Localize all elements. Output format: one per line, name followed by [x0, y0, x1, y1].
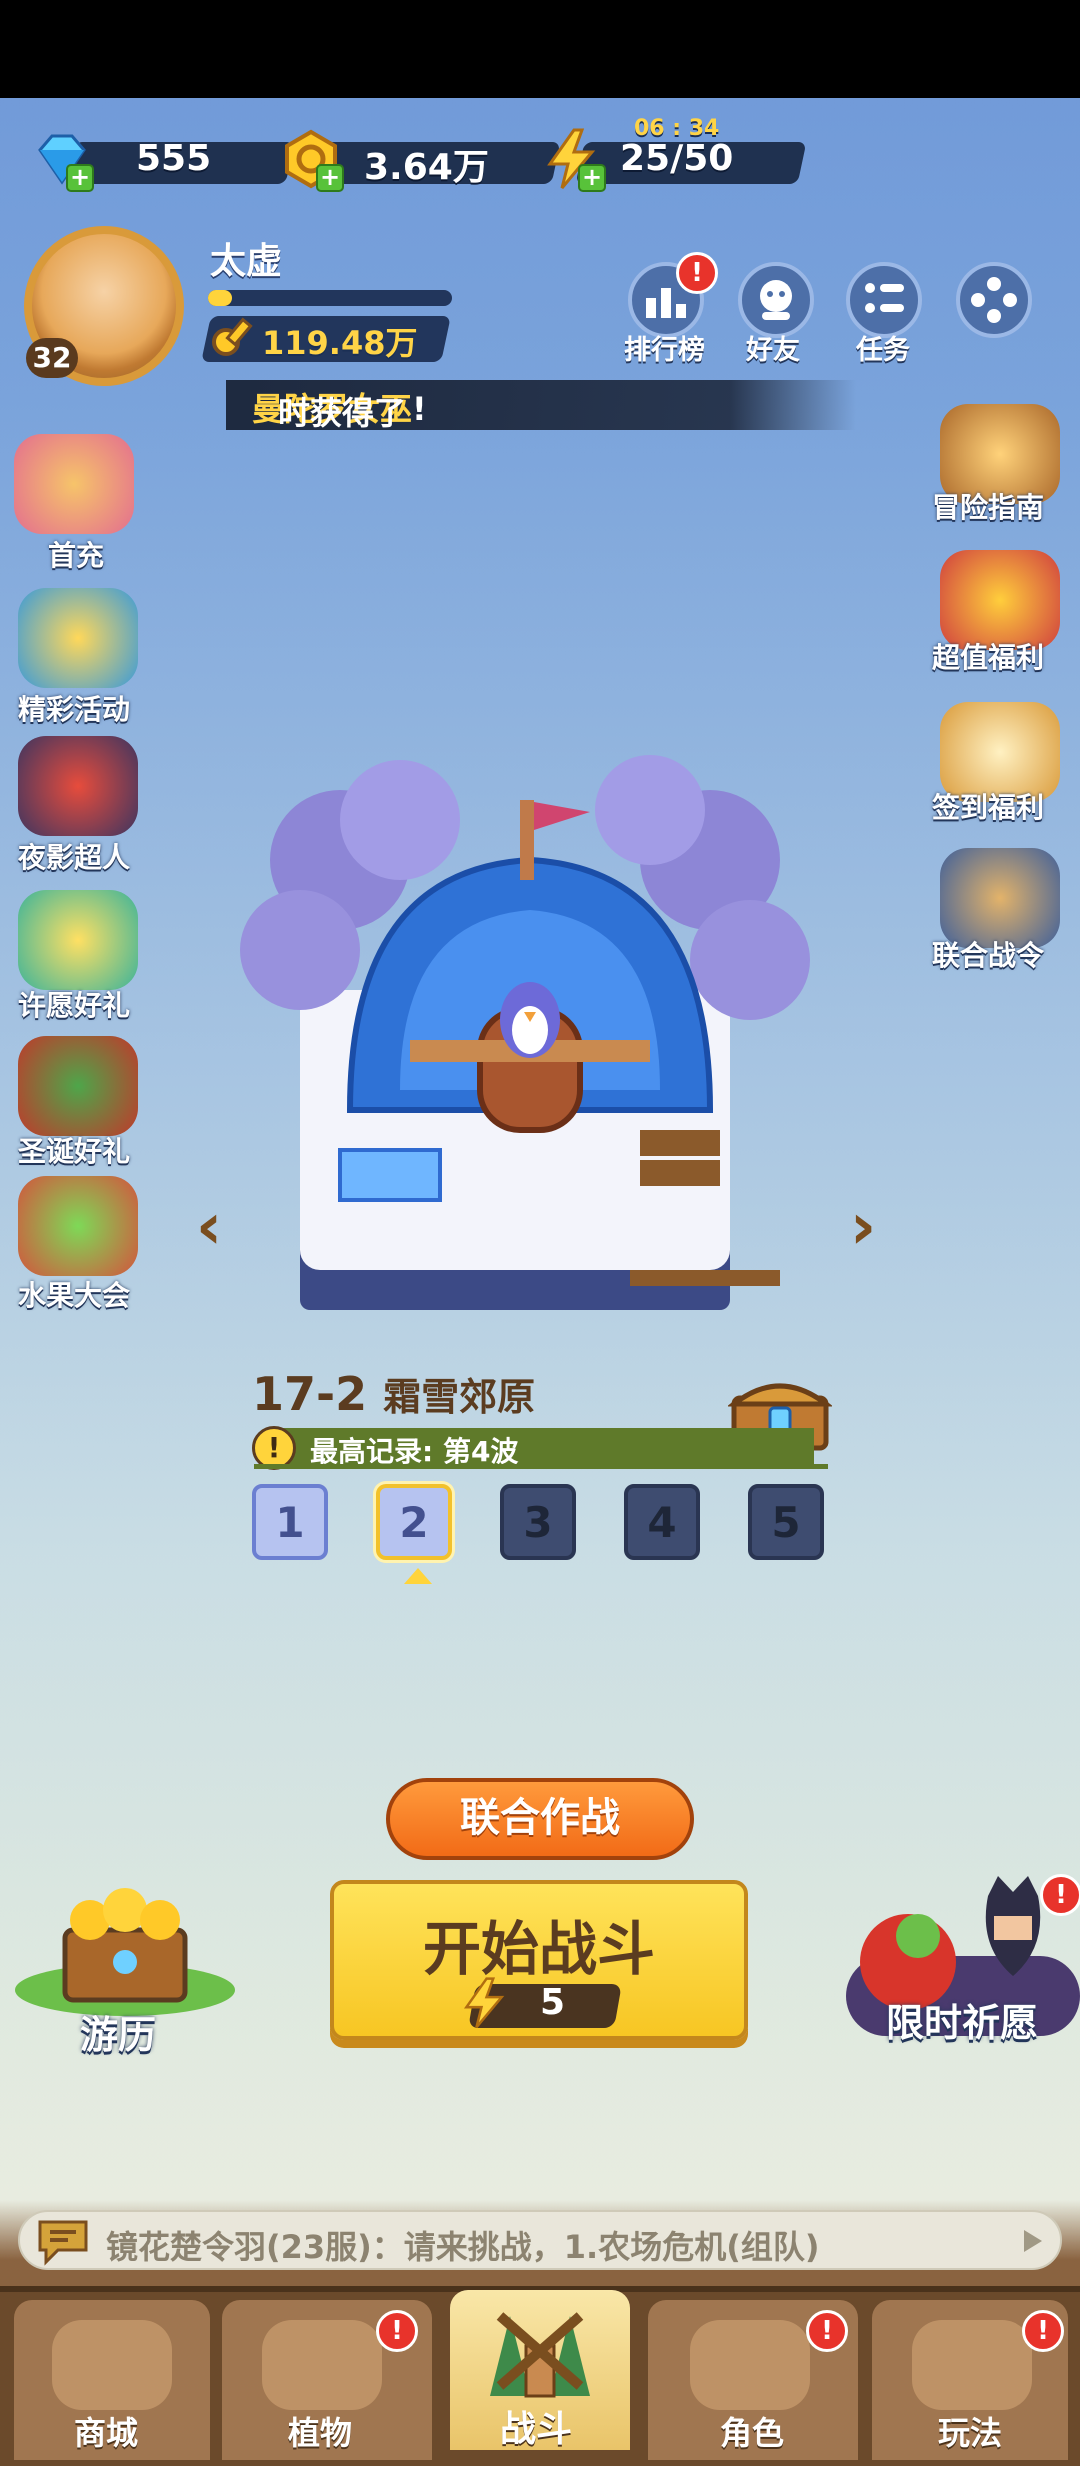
- left-menu-3[interactable]: 夜影超人: [18, 836, 130, 876]
- broadcast-prefix: 时获得了: [278, 394, 407, 432]
- wave-4[interactable]: 4: [624, 1484, 700, 1560]
- first-recharge-icon[interactable]: [14, 434, 134, 534]
- modes-badge: !: [1022, 2310, 1064, 2352]
- nav-label-modes: 玩法: [938, 2414, 1003, 2452]
- broadcast-text: 时获得了 曼陀罗女巫!: [252, 384, 427, 432]
- add-diamond-icon[interactable]: +: [66, 164, 94, 192]
- friends-icon: [760, 280, 792, 320]
- xp-bar: [208, 290, 452, 306]
- next-stage-button[interactable]: ›: [838, 1192, 888, 1262]
- nav-label-battle: 战斗: [500, 2409, 573, 2450]
- record-underline: [254, 1464, 828, 1469]
- left-menu-5[interactable]: 圣诞好礼: [18, 1130, 130, 1170]
- start-battle-button[interactable]: 开始战斗 5: [330, 1880, 748, 2040]
- prev-stage-button[interactable]: ‹: [184, 1192, 234, 1262]
- more-button[interactable]: [956, 262, 1032, 338]
- shop-icon: [52, 2320, 172, 2410]
- tasks-button[interactable]: [846, 262, 922, 338]
- plants-icon: [262, 2320, 382, 2410]
- left-menu-4[interactable]: 许愿好礼: [18, 984, 130, 1024]
- gamepad-icon: [971, 277, 1017, 323]
- broadcast-banner: 时获得了 曼陀罗女巫!: [226, 380, 856, 432]
- best-record-bar: ! 最高记录: 第4波: [252, 1426, 814, 1470]
- wave-5[interactable]: 5: [748, 1484, 824, 1560]
- value-bonus-icon[interactable]: [940, 550, 1060, 650]
- chat-bubble-icon: [38, 2220, 88, 2266]
- diamond-counter[interactable]: + 555: [30, 128, 295, 192]
- ranking-badge: !: [676, 252, 718, 294]
- nav-label-plants: 植物: [288, 2414, 353, 2452]
- start-battle-label: 开始战斗: [422, 1915, 655, 1983]
- add-energy-icon[interactable]: +: [578, 164, 606, 192]
- left-menu-1[interactable]: 首充: [48, 534, 104, 574]
- journey-chest-icon[interactable]: [10, 1880, 240, 2020]
- tasks-label: 任务: [856, 335, 910, 366]
- chat-message: 镜花楚令羽(23服)：请来挑战，1.农场危机(组队): [106, 2228, 820, 2266]
- right-menu-2[interactable]: 超值福利: [932, 636, 1044, 676]
- wave-3[interactable]: 3: [500, 1484, 576, 1560]
- nav-label-character: 角色: [720, 2414, 785, 2452]
- add-gold-icon[interactable]: +: [316, 164, 344, 192]
- christmas-gift-icon[interactable]: [18, 1036, 138, 1136]
- night-hero-icon[interactable]: [18, 736, 138, 836]
- friends-label: 好友: [746, 335, 800, 366]
- wave-1[interactable]: 1: [252, 1484, 328, 1560]
- power-value: 119.48万: [262, 324, 418, 362]
- stage-map-image[interactable]: [230, 750, 830, 1350]
- energy-cost-lightning-icon: [463, 1977, 505, 2029]
- modes-icon: [912, 2320, 1032, 2410]
- wish-gift-icon[interactable]: [18, 890, 138, 990]
- diamond-value: 555: [136, 138, 212, 179]
- battle-pass-icon[interactable]: [940, 848, 1060, 948]
- nav-label-shop: 商城: [74, 2414, 139, 2452]
- character-badge: !: [806, 2310, 848, 2352]
- left-menu-2[interactable]: 精彩活动: [18, 688, 130, 728]
- wave-2[interactable]: 2: [376, 1484, 452, 1560]
- chat-play-icon: [1024, 2230, 1042, 2252]
- windmill-icon: [490, 2312, 590, 2398]
- coop-battle-button[interactable]: 联合作战: [386, 1778, 694, 1860]
- right-menu-3[interactable]: 签到福利: [932, 786, 1044, 826]
- stage-title: 17-2 霜雪郊原: [252, 1366, 535, 1421]
- player-name: 太虚: [210, 241, 283, 282]
- character-icon: [690, 2320, 810, 2410]
- tasks-icon: [865, 283, 904, 313]
- energy-cost-value: 5: [540, 1982, 566, 2023]
- events-icon[interactable]: [18, 588, 138, 688]
- energy-counter[interactable]: + 25/50: [540, 128, 807, 192]
- power-key-icon: [212, 317, 253, 356]
- plants-badge: !: [376, 2310, 418, 2352]
- status-bar: [0, 0, 1080, 98]
- energy-value: 25/50: [620, 138, 734, 179]
- stage-name: 霜雪郊原: [383, 1375, 536, 1419]
- limited-wish-badge: !: [1040, 1874, 1080, 1916]
- current-wave-indicator: [404, 1568, 432, 1584]
- right-menu-1[interactable]: 冒险指南: [932, 486, 1044, 526]
- right-menu-4[interactable]: 联合战令: [932, 934, 1044, 974]
- player-level: 32: [26, 338, 78, 378]
- limited-wish-label[interactable]: 限时祈愿: [886, 1992, 1038, 2047]
- stage-id: 17-2: [252, 1367, 368, 1421]
- ranking-label: 排行榜: [624, 335, 705, 366]
- friends-button[interactable]: [738, 262, 814, 338]
- gold-value: 3.64万: [364, 147, 489, 188]
- world-chat-bar[interactable]: 镜花楚令羽(23服)：请来挑战，1.农场危机(组队): [18, 2210, 1062, 2270]
- journey-label[interactable]: 游历: [80, 2004, 156, 2059]
- gold-counter[interactable]: + 3.64万: [280, 128, 561, 192]
- xp-bar-fill: [208, 290, 233, 306]
- left-menu-6[interactable]: 水果大会: [18, 1274, 130, 1314]
- broadcast-suffix: !: [412, 390, 427, 428]
- fruit-fair-icon[interactable]: [18, 1176, 138, 1276]
